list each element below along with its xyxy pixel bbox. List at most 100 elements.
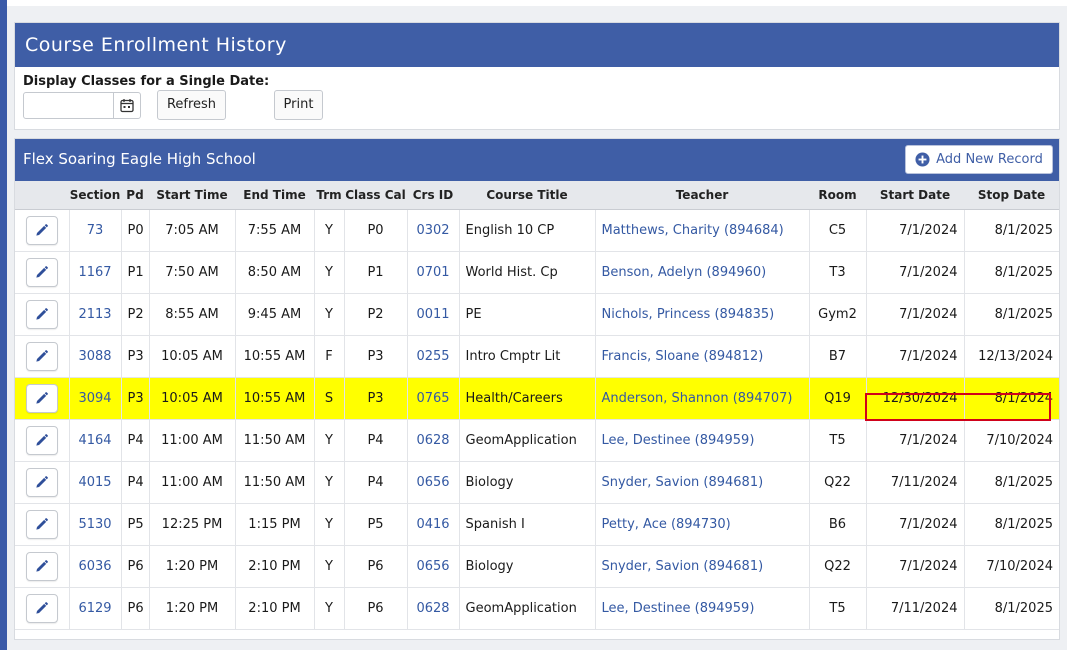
cell-title: English 10 CP [458, 209, 595, 252]
cell-sdate: 7/1/2024 [865, 419, 964, 462]
cell-start: 1:20 PM [148, 545, 235, 588]
refresh-button[interactable]: Refresh [157, 90, 226, 120]
pencil-icon[interactable] [25, 216, 58, 245]
cell-pd: P1 [120, 251, 149, 294]
cell-crs[interactable]: 0628 [406, 587, 459, 630]
cell-crs[interactable]: 0628 [406, 419, 459, 462]
cell-crs[interactable]: 0656 [406, 545, 459, 588]
pencil-icon[interactable] [25, 510, 58, 539]
table-row: 4164 P4 11:00 AM 11:50 AM Y P4 0628 GeomApplica… [15, 419, 1059, 462]
cell-room: T5 [808, 587, 866, 630]
cell-title: Spanish I [458, 503, 595, 546]
add-new-record-label: Add New Record [936, 152, 1043, 167]
cell-room: C5 [808, 209, 866, 252]
cell-crs[interactable]: 0011 [406, 293, 459, 336]
cell-sdate: 7/1/2024 [865, 545, 964, 588]
cell-pd: P3 [120, 377, 149, 420]
cell-end: 8:50 AM [234, 251, 314, 294]
calendar-icon[interactable] [113, 93, 140, 118]
table-row: 6036 P6 1:20 PM 2:10 PM Y P6 0656 Biology Snyder… [15, 545, 1059, 588]
cell-title: PE [458, 293, 595, 336]
pencil-icon[interactable] [25, 426, 58, 455]
pencil-icon[interactable] [25, 258, 58, 287]
pencil-icon[interactable] [25, 300, 58, 329]
cell-crs[interactable]: 0656 [406, 461, 459, 504]
cell-section[interactable]: 6036 [68, 545, 121, 588]
date-input[interactable] [23, 92, 141, 119]
cell-edate: 8/1/2025 [963, 587, 1059, 630]
school-header: Flex Soaring Eagle High School Add New R… [15, 139, 1059, 181]
cell-cal: P6 [343, 587, 407, 630]
enrollment-filter-panel: Course Enrollment History Display Classe… [14, 22, 1060, 130]
cell-title: Intro Cmptr Lit [458, 335, 595, 378]
cell-room: B6 [808, 503, 866, 546]
cell-teacher[interactable]: Benson, Adelyn (894960) [594, 251, 809, 294]
print-button[interactable]: Print [274, 90, 323, 120]
cell-edate: 8/1/2025 [963, 251, 1059, 294]
cell-crs[interactable]: 0701 [406, 251, 459, 294]
cell-teacher[interactable]: Francis, Sloane (894812) [594, 335, 809, 378]
pencil-icon[interactable] [25, 342, 58, 371]
cell-start: 7:50 AM [148, 251, 235, 294]
cell-section[interactable]: 4164 [68, 419, 121, 462]
cell-title: GeomApplication [458, 587, 595, 630]
cell-teacher[interactable]: Anderson, Shannon (894707) [594, 377, 809, 420]
column-header-crs-id: Crs ID [407, 181, 459, 210]
cell-section[interactable]: 1167 [68, 251, 121, 294]
cell-room: Q19 [808, 377, 866, 420]
edit-cell [15, 419, 69, 462]
cell-teacher[interactable]: Snyder, Savion (894681) [594, 461, 809, 504]
cell-teacher[interactable]: Matthews, Charity (894684) [594, 209, 809, 252]
cell-teacher[interactable]: Snyder, Savion (894681) [594, 545, 809, 588]
cell-section[interactable]: 3088 [68, 335, 121, 378]
cell-crs[interactable]: 0416 [406, 503, 459, 546]
cell-sdate: 7/1/2024 [865, 503, 964, 546]
plus-circle-icon [915, 152, 930, 167]
cell-end: 9:45 AM [234, 293, 314, 336]
cell-room: Q22 [808, 461, 866, 504]
cell-cal: P4 [343, 461, 407, 504]
cell-pd: P2 [120, 293, 149, 336]
cell-start: 12:25 PM [148, 503, 235, 546]
cell-start: 1:20 PM [148, 587, 235, 630]
cell-crs[interactable]: 0765 [406, 377, 459, 420]
cell-teacher[interactable]: Petty, Ace (894730) [594, 503, 809, 546]
cell-trm: Y [313, 545, 344, 588]
cell-edate: 7/10/2024 [963, 419, 1059, 462]
cell-section[interactable]: 73 [68, 209, 121, 252]
pencil-icon[interactable] [25, 384, 58, 413]
cell-section[interactable]: 3094 [68, 377, 121, 420]
cell-section[interactable]: 2113 [68, 293, 121, 336]
cell-title: Biology [458, 545, 595, 588]
pencil-icon[interactable] [25, 552, 58, 581]
cell-teacher[interactable]: Lee, Destinee (894959) [594, 587, 809, 630]
cell-cal: P3 [343, 335, 407, 378]
school-enrollment-panel: Flex Soaring Eagle High School Add New R… [14, 138, 1060, 640]
cell-edate: 7/10/2024 [963, 545, 1059, 588]
cell-teacher[interactable]: Lee, Destinee (894959) [594, 419, 809, 462]
column-header-pd: Pd [121, 181, 149, 210]
cell-crs[interactable]: 0302 [406, 209, 459, 252]
cell-trm: Y [313, 461, 344, 504]
edit-cell [15, 251, 69, 294]
cell-section[interactable]: 4015 [68, 461, 121, 504]
cell-end: 10:55 AM [234, 335, 314, 378]
edit-cell [15, 377, 69, 420]
cell-teacher[interactable]: Nichols, Princess (894835) [594, 293, 809, 336]
cell-section[interactable]: 6129 [68, 587, 121, 630]
column-header-class-cal: Class Cal [344, 181, 407, 210]
pencil-icon[interactable] [25, 594, 58, 623]
table-header-row: Section Pd Start Time End Time Trm Class Cal C… [15, 181, 1059, 210]
cell-cal: P2 [343, 293, 407, 336]
cell-crs[interactable]: 0255 [406, 335, 459, 378]
table-body: 73 P0 7:05 AM 7:55 AM Y P0 0302 English 10 CP Ma… [15, 209, 1059, 630]
column-header-section: Section [69, 181, 121, 210]
cell-edate: 8/1/2025 [963, 209, 1059, 252]
cell-section[interactable]: 5130 [68, 503, 121, 546]
cell-title: GeomApplication [458, 419, 595, 462]
cell-trm: Y [313, 419, 344, 462]
add-new-record-button[interactable]: Add New Record [905, 145, 1053, 174]
pencil-icon[interactable] [25, 468, 58, 497]
cell-end: 2:10 PM [234, 545, 314, 588]
cell-end: 2:10 PM [234, 587, 314, 630]
